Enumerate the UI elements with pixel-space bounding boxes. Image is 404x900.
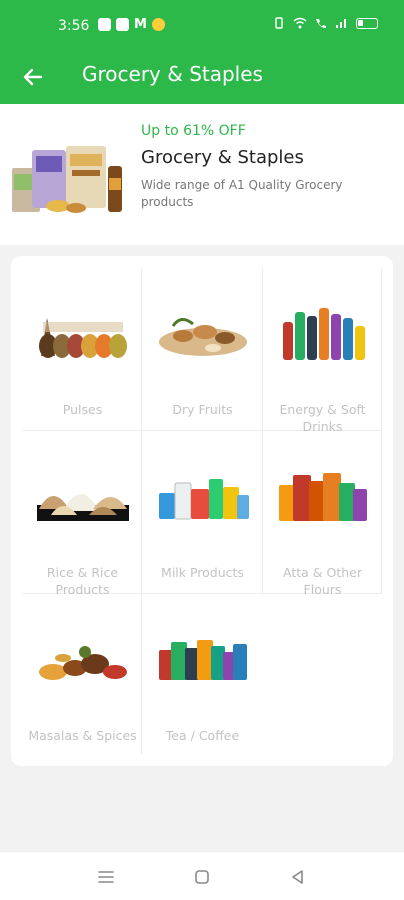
arrow-left-icon [23, 68, 43, 86]
category-milk-products[interactable]: Milk Products [143, 431, 262, 594]
category-tea-coffee[interactable]: Tea / Coffee [143, 594, 262, 757]
category-label: Rice & Rice Products [46, 565, 119, 597]
page-title: Grocery & Staples [82, 62, 263, 86]
status-right-icons [272, 17, 378, 29]
status-bar: 3:56 M [0, 0, 404, 52]
banner-title: Grocery & Staples [141, 147, 304, 168]
signal-icon [336, 19, 346, 28]
rice-image [37, 494, 129, 521]
category-label: Atta & Other Flours [283, 565, 362, 597]
flour-image [279, 473, 367, 521]
back-triangle-icon [292, 870, 303, 884]
category-banner: Up to 61% OFF Grocery & Staples Wide ran… [0, 104, 404, 245]
system-back-button[interactable] [287, 866, 309, 888]
drinks-image [283, 308, 365, 360]
category-label: Pulses [62, 402, 103, 417]
category-grid: Pulses Dry Fruits Energy & Soft Drinks R… [11, 256, 393, 766]
banner-subtitle: Wide range of A1 Quality Grocery product… [141, 178, 343, 209]
category-label: Milk Products [161, 565, 244, 580]
pulses-image [39, 318, 127, 358]
menu-icon [98, 871, 114, 883]
back-button[interactable] [14, 58, 52, 96]
milk-image [159, 479, 249, 520]
header: 3:56 M Grocery & Staples [0, 0, 404, 104]
battery-icon [356, 17, 378, 29]
category-dry-fruits[interactable]: Dry Fruits [143, 268, 262, 431]
category-atta-flours[interactable]: Atta & Other Flours [263, 431, 382, 597]
home-button[interactable] [191, 866, 213, 888]
app-bar: Grocery & Staples [0, 52, 404, 104]
category-energy-soft-drinks[interactable]: Energy & Soft Drinks [263, 268, 382, 434]
category-masalas-spices[interactable]: Masalas & Spices [23, 594, 142, 757]
status-time: 3:56 [58, 18, 90, 34]
tea-coffee-image [159, 640, 247, 680]
category-rice[interactable]: Rice & Rice Products [23, 431, 142, 597]
menu-button[interactable] [95, 866, 117, 888]
category-label: Tea / Coffee [165, 728, 240, 743]
status-app-icons: M [98, 18, 165, 31]
gmail-icon: M [134, 17, 147, 32]
category-pulses[interactable]: Pulses [23, 268, 142, 431]
wifi-icon [293, 17, 307, 29]
call-icon [316, 19, 326, 28]
category-label: Dry Fruits [172, 402, 233, 417]
gallery-icon [98, 18, 111, 31]
emoji-icon [151, 18, 165, 31]
photos-icon [116, 18, 129, 31]
home-square-icon [195, 870, 209, 884]
vibrate-icon [275, 17, 283, 29]
spices-image [39, 646, 127, 680]
category-label: Masalas & Spices [28, 728, 137, 743]
grocery-products-image [12, 146, 122, 213]
category-label: Energy & Soft Drinks [279, 402, 366, 434]
offer-text: Up to 61% OFF [141, 123, 246, 139]
system-nav-bar [0, 851, 404, 900]
dry-fruits-image [159, 318, 247, 356]
